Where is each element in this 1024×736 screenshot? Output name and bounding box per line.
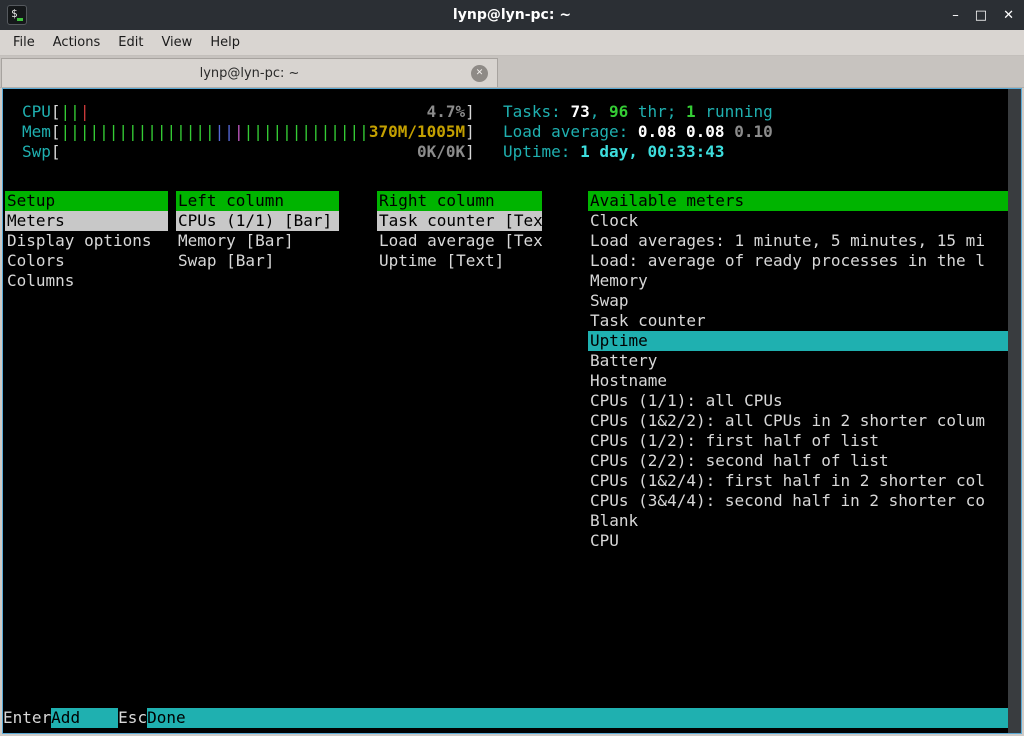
window-title: lynp@lyn-pc: ~	[0, 7, 1024, 23]
done-action[interactable]: Done	[147, 708, 186, 728]
function-bar: Enter Add Esc Done	[3, 708, 1008, 728]
menu-view[interactable]: View	[152, 32, 201, 53]
meters-block: CPU[|||4.7%] Mem[|||||||||||||||||||||||…	[22, 102, 475, 162]
meter-item-cpu[interactable]: CPU	[588, 531, 1008, 551]
menu-actions[interactable]: Actions	[44, 32, 110, 53]
tasks-count: 73	[570, 102, 589, 121]
menubar: File Actions Edit View Help	[0, 30, 1024, 56]
bracket: [	[51, 142, 61, 161]
meter-item-blank[interactable]: Blank	[588, 511, 1008, 531]
bracket: ]	[465, 102, 475, 121]
memory-meter-value: 370M/1005M	[369, 122, 465, 142]
load-value-old: 0.10	[725, 122, 773, 141]
swap-meter-value: 0K/0K	[417, 142, 465, 162]
tab-close-icon[interactable]: ✕	[471, 65, 488, 82]
left-column-item-memory[interactable]: Memory [Bar]	[176, 231, 339, 251]
bracket: [	[51, 102, 61, 121]
esc-key[interactable]: Esc	[118, 708, 147, 728]
meter-item-swap[interactable]: Swap	[588, 291, 1008, 311]
setup-panel: Setup Meters Display options Colors Colu…	[5, 191, 168, 291]
terminal-window: $ lynp@lyn-pc: ~ – □ ✕ File Actions Edit…	[0, 0, 1024, 736]
app-icon-cursor	[17, 18, 23, 21]
setup-item-columns[interactable]: Columns	[5, 271, 168, 291]
setup-panel-title: Setup	[5, 191, 168, 211]
bracket: [	[51, 122, 61, 141]
load-average: Load average: 0.08 0.08 0.10	[503, 122, 773, 142]
threads-count: 96	[609, 102, 628, 121]
meter-item-clock[interactable]: Clock	[588, 211, 1008, 231]
menu-file[interactable]: File	[4, 32, 44, 53]
cpu-meter: CPU[||| 4.7%]	[22, 102, 475, 122]
meter-item-cpus-1and2-2[interactable]: CPUs (1&2/2): all CPUs in 2 shorter colu…	[588, 411, 1008, 431]
memory-meter-bars: ||||||||||||||||||||||||||||||||	[61, 122, 369, 142]
scrollbar[interactable]	[1008, 89, 1021, 733]
enter-key[interactable]: Enter	[3, 708, 51, 728]
right-column-panel-title: Right column	[377, 191, 542, 211]
titlebar: $ lynp@lyn-pc: ~ – □ ✕	[0, 0, 1024, 30]
swap-meter-label: Swp	[22, 142, 51, 161]
meter-item-cpus-1-1[interactable]: CPUs (1/1): all CPUs	[588, 391, 1008, 411]
uptime-value: 1 day, 00:33:43	[580, 142, 725, 161]
uptime: Uptime: 1 day, 00:33:43	[503, 142, 773, 162]
running-count: 1	[686, 102, 696, 121]
window-controls: – □ ✕	[952, 9, 1014, 22]
menu-help[interactable]: Help	[201, 32, 249, 53]
cpu-meter-label: CPU	[22, 102, 51, 121]
tabbar: lynp@lyn-pc: ~ ✕	[0, 56, 1024, 88]
setup-item-display-options[interactable]: Display options	[5, 231, 168, 251]
left-column-panel: Left column CPUs (1/1) [Bar] Memory [Bar…	[176, 191, 339, 271]
memory-meter-label: Mem	[22, 122, 51, 141]
right-column-item-task-counter[interactable]: Task counter [Text]	[377, 211, 542, 231]
available-meters-panel-title: Available meters	[588, 191, 1008, 211]
cpu-meter-bars: |||	[61, 102, 90, 122]
right-column-item-uptime[interactable]: Uptime [Text]	[377, 251, 542, 271]
terminal-app-icon: $	[7, 5, 27, 25]
right-column-panel: Right column Task counter [Text] Load av…	[377, 191, 542, 271]
left-column-item-cpus[interactable]: CPUs (1/1) [Bar]	[176, 211, 339, 231]
setup-item-colors[interactable]: Colors	[5, 251, 168, 271]
close-icon[interactable]: ✕	[1003, 9, 1014, 22]
terminal-screen[interactable]: CPU[|||4.7%] Mem[|||||||||||||||||||||||…	[2, 88, 1022, 734]
function-bar-filler	[186, 708, 1008, 728]
cpu-meter-value: 4.7%	[427, 102, 466, 122]
available-meters-panel: Available meters Clock Load averages: 1 …	[588, 191, 1008, 551]
meter-item-task-counter[interactable]: Task counter	[588, 311, 1008, 331]
terminal-tab[interactable]: lynp@lyn-pc: ~ ✕	[1, 58, 498, 87]
left-column-item-swap[interactable]: Swap [Bar]	[176, 251, 339, 271]
bracket: ]	[465, 122, 475, 141]
meter-item-memory[interactable]: Memory	[588, 271, 1008, 291]
meter-item-hostname[interactable]: Hostname	[588, 371, 1008, 391]
tab-title: lynp@lyn-pc: ~	[200, 66, 300, 81]
swap-meter: Swp[0K/0K]	[22, 142, 475, 162]
meter-item-cpus-1and2-4[interactable]: CPUs (1&2/4): first half in 2 shorter co…	[588, 471, 1008, 491]
tasks-summary: Tasks: 73, 96 thr; 1 running	[503, 102, 773, 122]
left-column-panel-title: Left column	[176, 191, 339, 211]
setup-item-meters[interactable]: Meters	[5, 211, 168, 231]
menu-edit[interactable]: Edit	[109, 32, 152, 53]
right-column-item-load-average[interactable]: Load average [Text]	[377, 231, 542, 251]
bracket: ]	[465, 142, 475, 161]
memory-meter: Mem[||||||||||||||||||||||||||||||||370M…	[22, 122, 475, 142]
meter-item-cpus-2-2[interactable]: CPUs (2/2): second half of list	[588, 451, 1008, 471]
meter-item-load-averages[interactable]: Load averages: 1 minute, 5 minutes, 15 m…	[588, 231, 1008, 251]
meter-item-cpus-1-2[interactable]: CPUs (1/2): first half of list	[588, 431, 1008, 451]
meter-item-load[interactable]: Load: average of ready processes in the …	[588, 251, 1008, 271]
minimize-icon[interactable]: –	[952, 9, 959, 22]
meter-item-cpus-3and4-4[interactable]: CPUs (3&4/4): second half in 2 shorter c…	[588, 491, 1008, 511]
load-values-recent: 0.08 0.08	[638, 122, 725, 141]
maximize-icon[interactable]: □	[975, 9, 987, 22]
meter-item-battery[interactable]: Battery	[588, 351, 1008, 371]
add-action[interactable]: Add	[51, 708, 118, 728]
meter-item-uptime[interactable]: Uptime	[588, 331, 1008, 351]
header-text-block: Tasks: 73, 96 thr; 1 running Load averag…	[503, 102, 773, 162]
